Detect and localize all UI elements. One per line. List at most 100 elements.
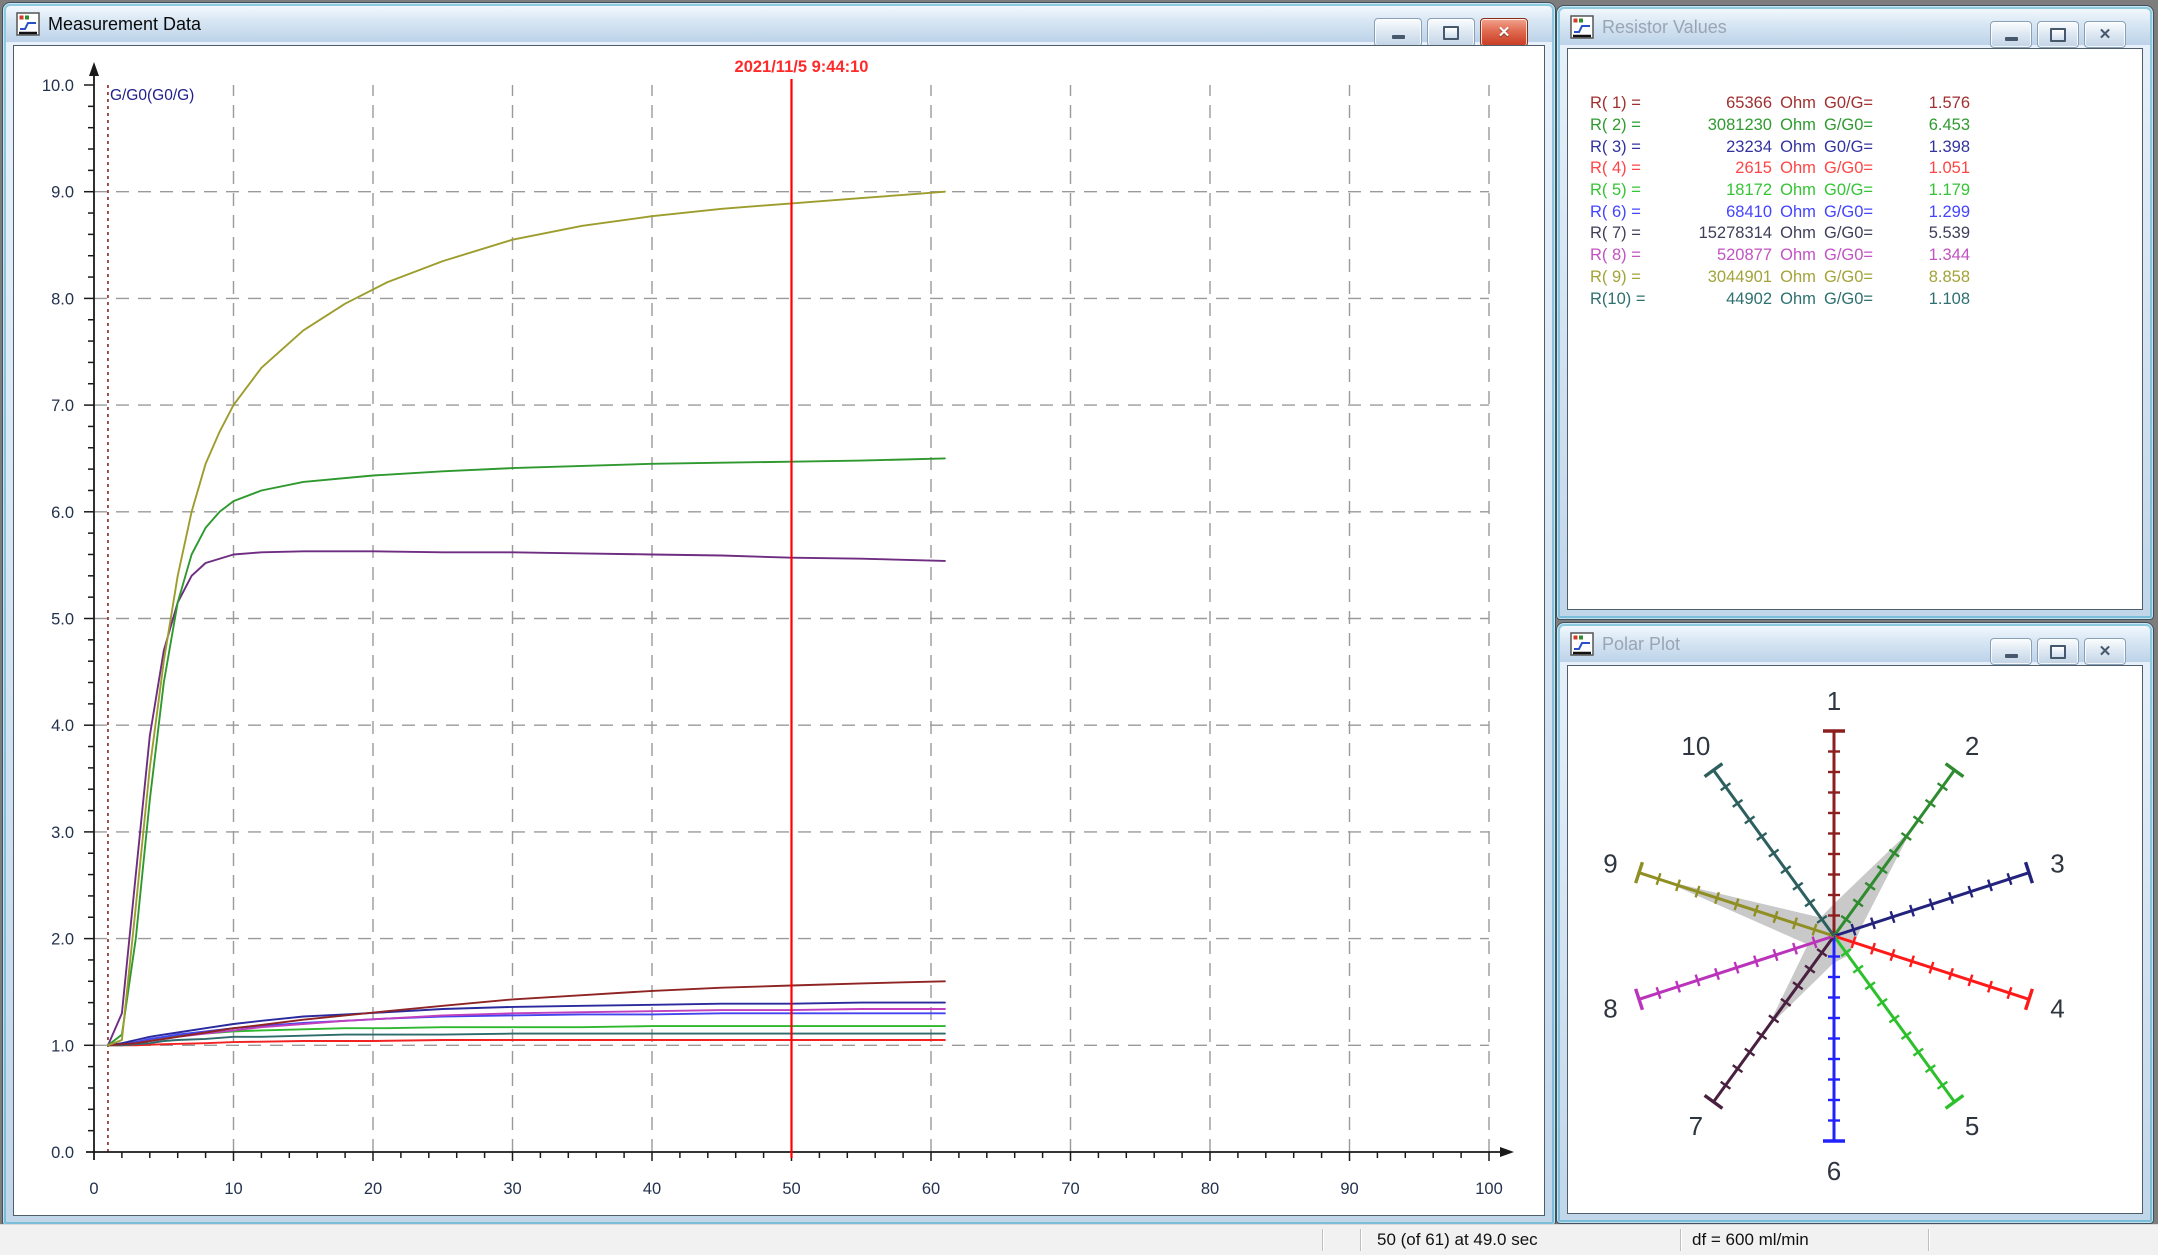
svg-text:10: 10 xyxy=(224,1180,242,1198)
ratio-value: 6.453 xyxy=(1892,116,1970,135)
minimize-button[interactable] xyxy=(1990,638,2032,665)
svg-text:4.0: 4.0 xyxy=(51,717,74,735)
minimize-icon xyxy=(1392,35,1405,39)
radar-chart: 12345678910 xyxy=(1568,666,2142,1214)
resistance-value: 2615 xyxy=(1666,159,1772,178)
ratio-label: G/G0= xyxy=(1824,224,1892,243)
maximize-button[interactable] xyxy=(1427,18,1475,47)
resistor-row: R( 2) =3081230OhmG/G0=6.453 xyxy=(1568,115,2142,137)
radar-axis-label: 9 xyxy=(1603,848,1617,878)
svg-text:30: 30 xyxy=(503,1180,521,1198)
resistor-label: R(10) = xyxy=(1590,290,1666,309)
close-button[interactable]: ✕ xyxy=(1480,18,1528,47)
svg-text:0.0: 0.0 xyxy=(51,1144,74,1162)
close-button[interactable]: ✕ xyxy=(2084,638,2126,665)
resistance-unit: Ohm xyxy=(1772,224,1824,243)
ratio-value: 1.398 xyxy=(1892,138,1970,157)
minimize-button[interactable] xyxy=(1990,21,2032,48)
window-title: Resistor Values xyxy=(1602,17,1727,38)
polar-plot-panel: 12345678910 xyxy=(1567,665,2143,1214)
resistor-row: R( 4) =2615OhmG/G0=1.051 xyxy=(1568,158,2142,180)
measurement-chart-area[interactable]: 0.01.02.03.04.05.06.07.08.09.010.0010203… xyxy=(13,45,1545,1216)
resistance-unit: Ohm xyxy=(1772,290,1824,309)
status-progress-text: 50 (of 61) at 49.0 sec xyxy=(1377,1225,1538,1255)
resistor-label: R( 2) = xyxy=(1590,116,1666,135)
close-icon: ✕ xyxy=(2099,644,2112,659)
radar-axis-label: 1 xyxy=(1827,686,1841,716)
resistor-title-bar[interactable]: Resistor Values ✕ xyxy=(1560,9,2150,45)
ratio-value: 1.179 xyxy=(1892,181,1970,200)
resistance-value: 44902 xyxy=(1666,290,1772,309)
maximize-icon xyxy=(1443,26,1459,40)
axes xyxy=(86,74,1502,1160)
ratio-label: G/G0= xyxy=(1824,246,1892,265)
close-icon: ✕ xyxy=(2099,27,2112,42)
app-plot-icon xyxy=(1570,632,1594,656)
ratio-value: 1.051 xyxy=(1892,159,1970,178)
resistor-row: R( 3) =23234OhmG0/G=1.398 xyxy=(1568,136,2142,158)
radar-axis-label: 5 xyxy=(1965,1111,1979,1141)
svg-text:100: 100 xyxy=(1475,1180,1503,1198)
ratio-value: 5.539 xyxy=(1892,224,1970,243)
resistor-label: R( 6) = xyxy=(1590,203,1666,222)
resistance-unit: Ohm xyxy=(1772,116,1824,135)
svg-text:40: 40 xyxy=(643,1180,661,1198)
resistance-unit: Ohm xyxy=(1772,138,1824,157)
resistance-value: 3044901 xyxy=(1666,268,1772,287)
radar-axis-4 xyxy=(1834,936,2032,1010)
resistance-unit: Ohm xyxy=(1772,268,1824,287)
status-separator xyxy=(1928,1229,1929,1251)
resistor-label: R( 3) = xyxy=(1590,138,1666,157)
svg-text:7.0: 7.0 xyxy=(51,397,74,415)
resistor-row: R( 5) =18172OhmG0/G=1.179 xyxy=(1568,180,2142,202)
svg-text:50: 50 xyxy=(782,1180,800,1198)
polar-title-bar[interactable]: Polar Plot ✕ xyxy=(1560,626,2150,662)
minimize-button[interactable] xyxy=(1374,18,1422,47)
resistor-label: R( 9) = xyxy=(1590,268,1666,287)
ratio-label: G0/G= xyxy=(1824,94,1892,113)
svg-text:70: 70 xyxy=(1061,1180,1079,1198)
resistance-unit: Ohm xyxy=(1772,159,1824,178)
maximize-button[interactable] xyxy=(2037,638,2079,665)
svg-text:80: 80 xyxy=(1201,1180,1219,1198)
resistor-row: R( 1) =65366OhmG0/G=1.576 xyxy=(1568,93,2142,115)
resistance-value: 520877 xyxy=(1666,246,1772,265)
measurement-data-window: Measurement Data ✕ 0.01.02.03.04.05.06.0… xyxy=(2,2,1556,1226)
timestamp-annotation: 2021/11/5 9:44:10 xyxy=(735,58,869,76)
resistor-row: R( 9) =3044901OhmG/G0=8.858 xyxy=(1568,267,2142,289)
radar-axis-label: 10 xyxy=(1681,731,1710,761)
resistance-unit: Ohm xyxy=(1772,246,1824,265)
minimize-icon xyxy=(2005,37,2018,41)
status-bar: 50 (of 61) at 49.0 sec df = 600 ml/min xyxy=(0,1224,2158,1255)
close-button[interactable]: ✕ xyxy=(2084,21,2126,48)
svg-text:1.0: 1.0 xyxy=(51,1037,74,1055)
measurement-title-bar[interactable]: Measurement Data ✕ xyxy=(6,6,1552,42)
ratio-value: 1.108 xyxy=(1892,290,1970,309)
svg-text:9.0: 9.0 xyxy=(51,184,74,202)
resistance-value: 18172 xyxy=(1666,181,1772,200)
svg-text:0: 0 xyxy=(89,1180,98,1198)
resistor-label: R( 1) = xyxy=(1590,94,1666,113)
ratio-value: 8.858 xyxy=(1892,268,1970,287)
resistance-unit: Ohm xyxy=(1772,181,1824,200)
svg-text:8.0: 8.0 xyxy=(51,290,74,308)
svg-text:5.0: 5.0 xyxy=(51,611,74,629)
ratio-value: 1.299 xyxy=(1892,203,1970,222)
ratio-label: G/G0= xyxy=(1824,268,1892,287)
ratio-value: 1.344 xyxy=(1892,246,1970,265)
ratio-label: G0/G= xyxy=(1824,181,1892,200)
app-plot-icon xyxy=(16,12,40,36)
line-chart[interactable]: 0.01.02.03.04.05.06.07.08.09.010.0010203… xyxy=(14,46,1544,1216)
y-axis-arrow xyxy=(89,62,99,76)
window-title: Polar Plot xyxy=(1602,634,1680,655)
maximize-button[interactable] xyxy=(2037,21,2079,48)
resistor-row: R( 8) =520877OhmG/G0=1.344 xyxy=(1568,245,2142,267)
app-plot-icon xyxy=(1570,15,1594,39)
svg-text:20: 20 xyxy=(364,1180,382,1198)
svg-text:90: 90 xyxy=(1340,1180,1358,1198)
resistance-value: 65366 xyxy=(1666,94,1772,113)
resistor-label: R( 4) = xyxy=(1590,159,1666,178)
resistance-value: 68410 xyxy=(1666,203,1772,222)
resistor-label: R( 7) = xyxy=(1590,224,1666,243)
status-flow-text: df = 600 ml/min xyxy=(1692,1225,1809,1255)
